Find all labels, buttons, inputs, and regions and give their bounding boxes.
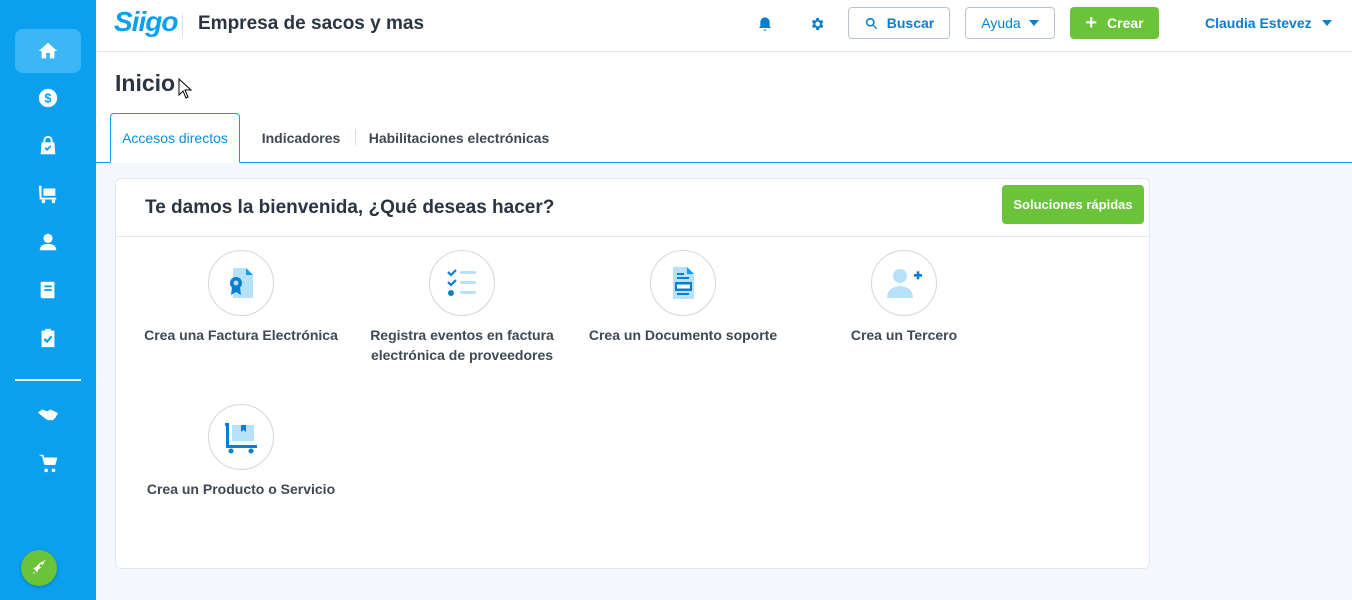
card-header: Te damos la bienvenida, ¿Qué deseas hace… xyxy=(116,179,1149,237)
siigo-logo[interactable]: Siigo xyxy=(114,6,178,42)
chevron-down-icon xyxy=(1321,20,1332,26)
create-button-label: Crear xyxy=(1107,15,1144,31)
gear-icon xyxy=(811,18,824,30)
action-circle xyxy=(208,250,274,316)
invoice-icon xyxy=(230,268,253,298)
handshake-icon xyxy=(37,409,59,421)
welcome-card: Te damos la bienvenida, ¿Qué deseas hace… xyxy=(115,178,1150,569)
tab-indicadores[interactable]: Indicadores xyxy=(252,113,350,163)
search-icon xyxy=(865,17,878,29)
action-create-third-party[interactable]: Crea un Tercero xyxy=(794,250,1014,345)
cart-box-icon xyxy=(225,423,257,454)
rocket-button[interactable] xyxy=(21,550,57,586)
sidebar-item-sales[interactable] xyxy=(15,124,81,168)
sidebar-item-contacts[interactable] xyxy=(15,220,81,264)
bell-icon xyxy=(759,17,771,31)
search-button-label: Buscar xyxy=(886,15,935,31)
settings-button[interactable] xyxy=(806,13,828,35)
logo-separator xyxy=(182,13,183,37)
tab-label: Indicadores xyxy=(261,130,341,146)
user-name: Claudia Estevez xyxy=(1205,15,1312,31)
add-person-icon xyxy=(887,269,922,298)
tab-habilitaciones[interactable]: Habilitaciones electrónicas xyxy=(364,113,554,163)
create-button[interactable]: + Crear xyxy=(1070,7,1159,39)
action-create-support-document[interactable]: Crea un Documento soporte xyxy=(573,250,793,345)
sidebar-divider xyxy=(15,379,81,381)
company-name: Empresa de sacos y mas xyxy=(198,13,425,34)
action-circle xyxy=(650,250,716,316)
tab-separator xyxy=(355,129,356,145)
user-menu[interactable]: Claudia Estevez xyxy=(1205,15,1332,31)
help-dropdown-label: Ayuda xyxy=(981,15,1021,31)
sidebar-item-inventory[interactable] xyxy=(15,172,81,216)
card-title: Te damos la bienvenida, ¿Qué deseas hace… xyxy=(145,197,555,218)
sidebar-item-partners[interactable] xyxy=(15,393,81,437)
action-register-events[interactable]: Registra eventos en factura electrónica … xyxy=(352,250,572,365)
logo-text: Siigo xyxy=(114,6,178,37)
action-circle xyxy=(429,250,495,316)
quick-solutions-button[interactable]: Soluciones rápidas xyxy=(1002,185,1144,224)
chevron-down-icon xyxy=(1028,20,1039,26)
action-circle xyxy=(871,250,937,316)
checklist-icon xyxy=(447,269,476,296)
page-title: Inicio xyxy=(115,70,176,96)
cart-icon xyxy=(38,454,58,473)
action-create-product[interactable]: Crea un Producto o Servicio xyxy=(131,404,351,499)
sidebar-item-tasks[interactable] xyxy=(15,316,81,360)
action-create-invoice[interactable]: Crea una Factura Electrónica xyxy=(131,250,351,345)
clipboard-check-icon xyxy=(41,328,55,348)
page-header: Accesos directos Indicadores Habilitacio… xyxy=(96,52,1352,163)
tab-label: Habilitaciones electrónicas xyxy=(368,130,550,146)
sidebar-item-home[interactable] xyxy=(15,29,81,73)
action-label: Crea un Tercero xyxy=(850,327,958,343)
money-icon: $ xyxy=(38,88,58,108)
rocket-icon xyxy=(32,559,46,575)
shopping-bag-icon xyxy=(40,135,56,155)
inventory-cart-icon xyxy=(38,185,57,204)
notifications-button[interactable] xyxy=(754,13,776,35)
sidebar: $ xyxy=(0,0,96,600)
mouse-cursor-icon xyxy=(178,78,192,99)
tab-label: Accesos directos xyxy=(122,130,228,146)
top-bar: Siigo Empresa de sacos y mas Buscar Ayud… xyxy=(96,0,1352,52)
svg-text:$: $ xyxy=(44,91,51,106)
action-circle xyxy=(208,404,274,470)
plus-icon: + xyxy=(1085,12,1098,34)
sidebar-item-store[interactable] xyxy=(15,441,81,485)
action-label: Crea un Producto o Servicio xyxy=(146,481,336,497)
person-icon xyxy=(39,233,57,251)
search-button[interactable]: Buscar xyxy=(848,7,950,39)
action-label: Crea una Factura Electrónica xyxy=(144,327,338,343)
action-label: Crea un Documento soporte xyxy=(588,327,778,343)
sidebar-item-accounting[interactable] xyxy=(15,268,81,312)
tab-accesos-directos[interactable]: Accesos directos xyxy=(110,113,240,163)
book-icon xyxy=(40,281,55,299)
action-label: Registra eventos en factura electrónica … xyxy=(370,327,554,363)
help-dropdown[interactable]: Ayuda xyxy=(965,7,1055,39)
document-icon xyxy=(673,267,694,299)
home-icon xyxy=(38,42,58,59)
sidebar-item-money[interactable]: $ xyxy=(15,76,81,120)
